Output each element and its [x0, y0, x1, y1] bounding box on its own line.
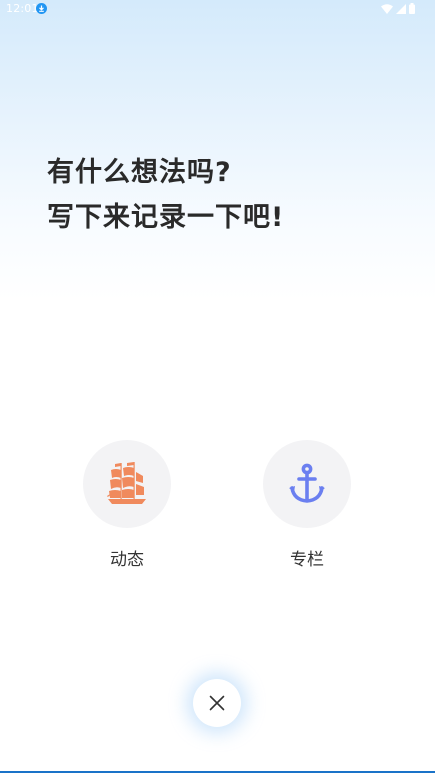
dynamic-button[interactable]	[83, 440, 171, 528]
sailing-ship-icon	[107, 462, 146, 504]
headline: 有什么想法吗? 写下来记录一下吧!	[47, 150, 284, 240]
close-icon	[209, 695, 225, 711]
signal-icon	[396, 3, 406, 14]
download-icon	[36, 3, 47, 14]
column-option[interactable]: 专栏	[263, 440, 351, 570]
anchor-icon	[289, 463, 325, 503]
column-label: 专栏	[290, 550, 324, 570]
headline-line-2: 写下来记录一下吧!	[47, 202, 285, 233]
headline-line-1: 有什么想法吗?	[47, 157, 232, 188]
wifi-icon	[381, 3, 393, 14]
close-button[interactable]	[193, 679, 241, 727]
dynamic-label: 动态	[110, 550, 144, 570]
dynamic-option[interactable]: 动态	[83, 440, 171, 570]
column-button[interactable]	[263, 440, 351, 528]
status-time: 12:01	[6, 2, 39, 15]
status-icons	[381, 3, 415, 14]
battery-icon	[409, 3, 415, 14]
status-bar: 12:01	[0, 0, 435, 18]
